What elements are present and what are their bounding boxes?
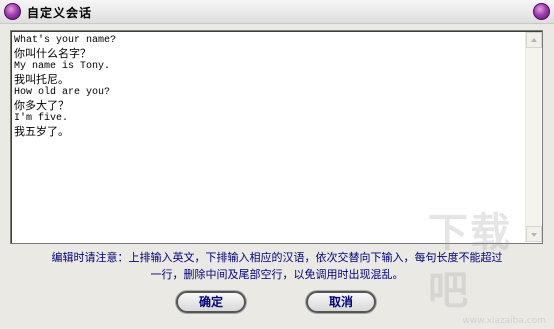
scroll-up-button[interactable]: [526, 32, 542, 48]
dialog-window: 自定义会话 What's your name? 你叫什么名字？ My name is…: [0, 0, 554, 329]
dialogue-line: 你叫什么名字？: [14, 47, 91, 60]
close-orb-button[interactable]: [533, 3, 550, 20]
dialogue-line: I'm five.: [14, 113, 69, 124]
dialogue-line: How old are you?: [14, 87, 111, 98]
edit-notice-line-1: 编辑时请注意：上排输入英文，下排输入相应的汉语，依次交替向下输入，每句长度不能超…: [51, 251, 503, 264]
dialogue-line: 你多大了？: [14, 99, 69, 112]
dialogue-editor[interactable]: What's your name? 你叫什么名字？ My name is Tony.…: [10, 30, 543, 244]
confirm-button[interactable]: 确定: [176, 291, 246, 313]
dialogue-line: What's your name?: [14, 35, 117, 46]
cancel-button[interactable]: 取消: [306, 291, 376, 313]
chevron-up-icon: [531, 38, 537, 42]
vertical-scrollbar[interactable]: [525, 32, 542, 242]
chevron-down-icon: [531, 233, 537, 237]
dialogue-line: 我叫托尼。: [14, 73, 69, 86]
dialogue-line: My name is Tony.: [14, 61, 111, 72]
watermark-url: www.xiazaiba.com: [462, 316, 546, 326]
edit-notice-line-2: 一行，删除中间及尾部空行，以免调用时出现混乱。: [150, 268, 404, 281]
window-title: 自定义会话: [27, 6, 93, 20]
dialogue-text-area[interactable]: What's your name? 你叫什么名字？ My name is Tony.…: [13, 33, 524, 241]
title-bar[interactable]: 自定义会话: [0, 0, 554, 24]
app-orb-icon: [4, 3, 21, 20]
scroll-down-button[interactable]: [526, 226, 542, 242]
dialogue-line: 我五岁了。: [14, 125, 69, 138]
